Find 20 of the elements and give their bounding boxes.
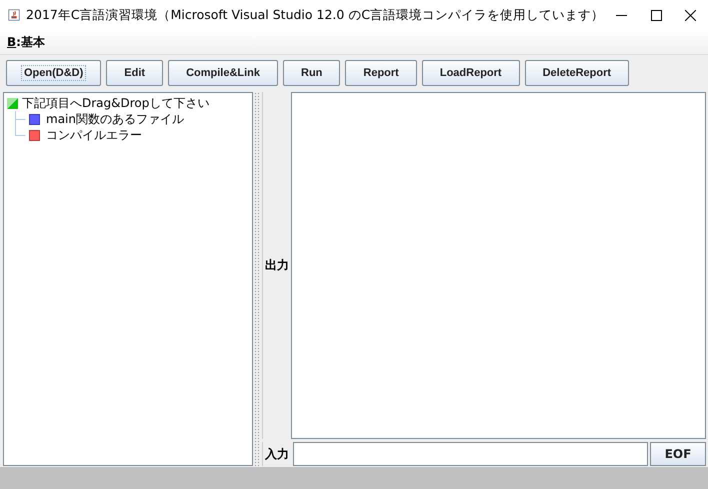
input-field[interactable]	[293, 442, 648, 466]
output-label: 出力	[265, 257, 289, 274]
close-icon	[685, 10, 696, 20]
splitter-handle[interactable]	[254, 92, 261, 466]
tree-item[interactable]: コンパイルエラー	[46, 126, 142, 144]
tree-item[interactable]: main関数のあるファイル	[46, 110, 184, 128]
eof-button[interactable]: EOF	[650, 442, 706, 466]
tree-item[interactable]: 下記項目へDrag&Dropして下さい	[22, 94, 210, 112]
toolbar-button[interactable]: Open(D&D)	[6, 60, 102, 86]
toolbar-button[interactable]: Compile&Link	[168, 60, 278, 86]
toolbar-button[interactable]: DeleteReport	[524, 60, 630, 86]
toolbar-button[interactable]: Edit	[106, 60, 164, 86]
menu-item[interactable]: B:基本	[6, 32, 46, 52]
input-label: 入力	[265, 446, 289, 462]
toolbar-button[interactable]: LoadReport	[422, 60, 520, 86]
toolbar-button[interactable]: Run	[283, 60, 340, 86]
maximize-icon	[650, 10, 662, 20]
window-title: 2017年C言語演習環境（Microsoft Visual Studio 12.0 のC言語環境コンパイラを使用しています）	[26, 6, 604, 24]
app-icon	[8, 7, 20, 23]
toolbar-button[interactable]: Report	[345, 60, 417, 86]
